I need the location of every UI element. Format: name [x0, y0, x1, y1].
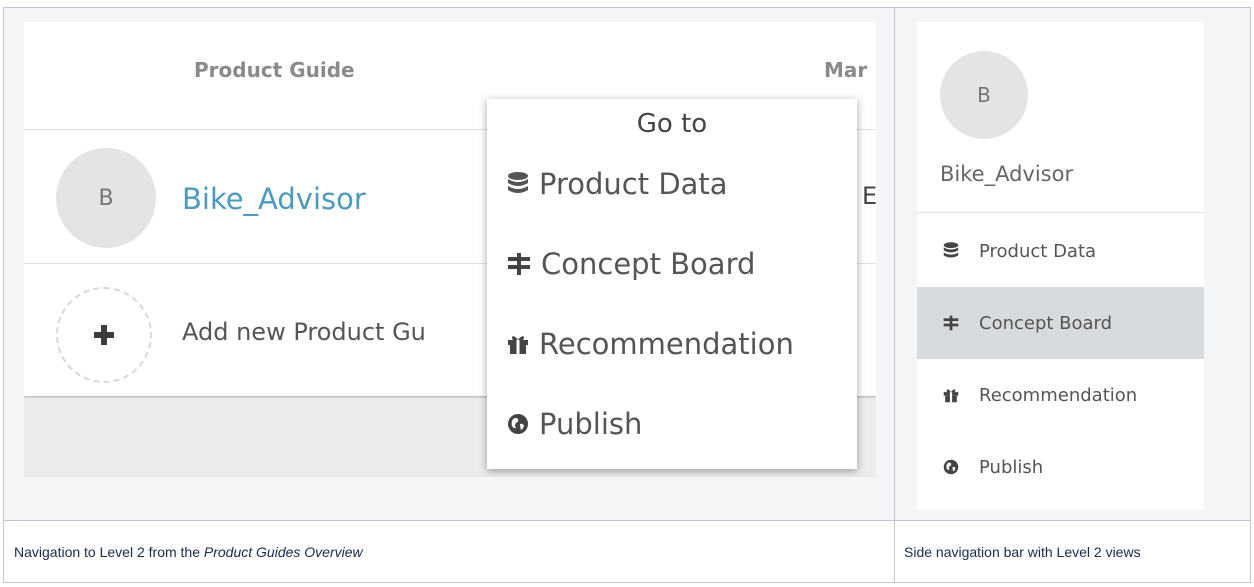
goto-dropdown-menu: Go to Product Data Concept Board Recomme… [487, 99, 857, 469]
menu-item-label: Publish [539, 407, 643, 441]
column-header-product-guide: Product Guide [194, 58, 355, 82]
menu-item-recommendation[interactable]: Recommendation [507, 327, 794, 361]
globe-icon [943, 459, 959, 475]
gift-icon [943, 389, 959, 403]
gift-icon [508, 336, 528, 354]
side-item-concept-board[interactable]: Concept Board [917, 287, 1204, 359]
add-guide-button[interactable] [56, 287, 152, 383]
caption-left-text: Navigation to Level 2 from the [14, 543, 200, 560]
side-item-label: Product Data [979, 240, 1097, 262]
database-icon [943, 242, 959, 258]
menu-item-label: Recommendation [539, 327, 794, 361]
guide-name-link[interactable]: Bike_Advisor [182, 182, 366, 216]
truncated-cell-text: E [862, 182, 876, 210]
database-icon [508, 172, 528, 193]
side-item-label: Concept Board [979, 312, 1113, 334]
left-image-cell: Product Guide Mar B Bike_Advisor E Add n… [4, 8, 894, 520]
side-item-label: Recommendation [979, 384, 1138, 406]
globe-icon [508, 414, 528, 434]
guide-avatar: B [56, 148, 156, 248]
column-header-truncated: Mar [824, 58, 868, 82]
side-guide-name: Bike_Advisor [940, 162, 1074, 186]
signpost-icon [943, 315, 959, 331]
side-navigation-screenshot: B Bike_Advisor Product Data Concept Boar [917, 22, 1204, 510]
dropdown-title: Go to [636, 109, 708, 139]
add-guide-label[interactable]: Add new Product Gu [182, 318, 426, 346]
side-item-product-data[interactable]: Product Data [917, 215, 1204, 287]
signpost-icon [508, 253, 530, 275]
menu-item-concept-board[interactable]: Concept Board [507, 247, 755, 281]
caption-left-emphasis: Product Guides Overview [203, 543, 363, 560]
side-item-label: Publish [979, 456, 1044, 478]
guide-avatar-letter: B [98, 185, 114, 211]
caption-left: Navigation to Level 2 from the Product G… [14, 521, 884, 582]
menu-item-label: Product Data [539, 167, 728, 201]
caption-right: Side navigation bar with Level 2 views [904, 543, 1141, 560]
menu-item-product-data[interactable]: Product Data [507, 167, 728, 201]
doc-table: Product Guide Mar B Bike_Advisor E Add n… [3, 7, 1251, 583]
side-avatar-letter: B [977, 83, 991, 107]
right-image-cell: B Bike_Advisor Product Data Concept Boar [895, 8, 1250, 520]
side-item-publish[interactable]: Publish [917, 431, 1204, 503]
plus-icon [94, 325, 114, 345]
menu-item-publish[interactable]: Publish [507, 407, 642, 441]
side-divider [917, 212, 1204, 213]
side-avatar: B [940, 51, 1028, 139]
side-item-recommendation[interactable]: Recommendation [917, 359, 1204, 431]
menu-item-label: Concept Board [541, 247, 756, 281]
product-guides-overview-screenshot: Product Guide Mar B Bike_Advisor E Add n… [24, 22, 876, 477]
